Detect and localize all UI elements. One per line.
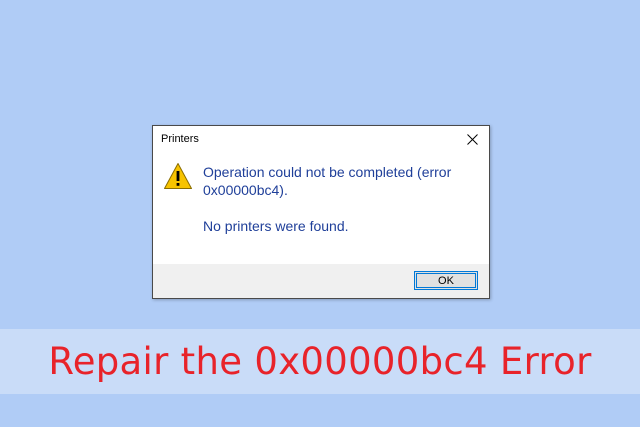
title-banner: Repair the 0x00000bc4 Error	[0, 329, 640, 394]
error-message: Operation could not be completed (error …	[203, 164, 452, 198]
dialog-message: Operation could not be completed (error …	[203, 163, 483, 235]
close-button[interactable]	[455, 126, 489, 152]
printers-dialog: Printers Operation could not be complete…	[152, 125, 490, 299]
no-printers-message: No printers were found.	[203, 218, 349, 234]
ok-button[interactable]: OK	[414, 271, 478, 290]
dialog-title: Printers	[161, 133, 199, 145]
banner-title: Repair the 0x00000bc4 Error	[48, 340, 592, 383]
warning-triangle-icon	[164, 163, 192, 189]
dialog-titlebar[interactable]: Printers	[153, 126, 489, 152]
close-icon	[466, 133, 478, 145]
dialog-footer: OK	[153, 264, 489, 298]
